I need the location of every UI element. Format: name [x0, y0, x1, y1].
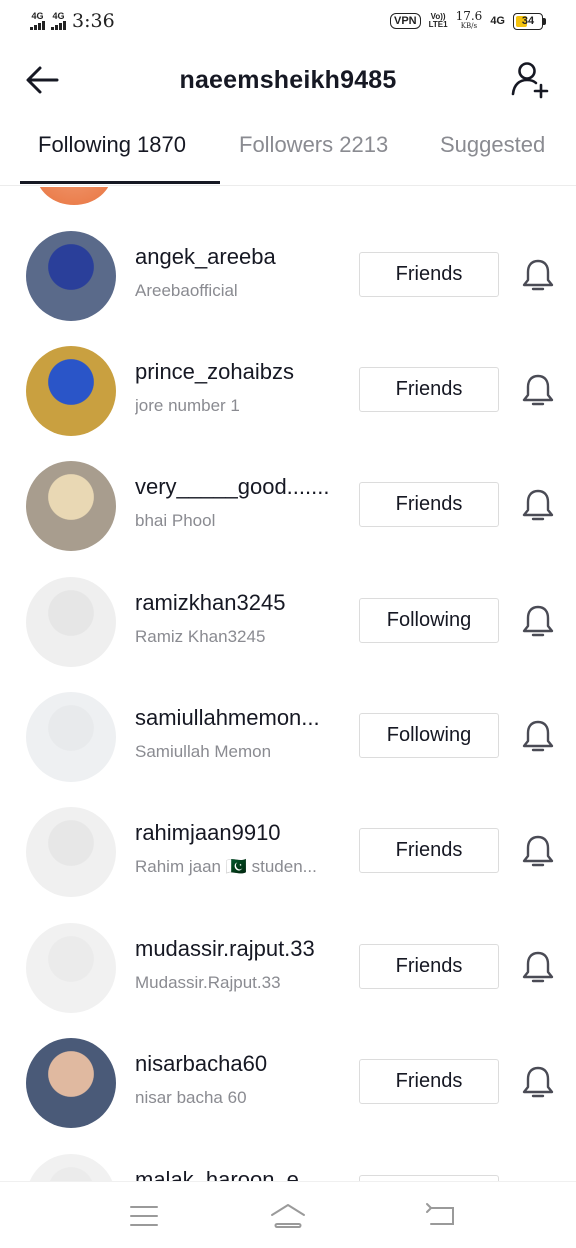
- return-button[interactable]: [420, 1196, 460, 1236]
- signal-2-icon: 4G: [51, 12, 66, 30]
- tab-suggested[interactable]: Suggested: [440, 132, 545, 158]
- username[interactable]: malak_haroon_e: [135, 1167, 335, 1181]
- user-row[interactable]: mudassir.rajput.33 Mudassir.Rajput.33 Frie…: [0, 923, 576, 1038]
- user-row[interactable]: nisarbacha60 nisar bacha 60 Friends: [0, 1038, 576, 1153]
- bell-icon: [522, 259, 554, 291]
- bell-icon: [522, 1066, 554, 1098]
- nickname: Ramiz Khan3245: [135, 627, 266, 646]
- friends-button[interactable]: Friends: [359, 367, 499, 412]
- add-user-icon: [511, 62, 549, 99]
- avatar[interactable]: [26, 1154, 116, 1181]
- avatar[interactable]: [26, 923, 116, 1013]
- signal-1-icon: 4G: [30, 12, 45, 30]
- friends-button[interactable]: Friends: [359, 482, 499, 527]
- avatar-partial: [36, 187, 112, 205]
- following-button[interactable]: Following: [359, 598, 499, 643]
- bell-icon: [522, 951, 554, 983]
- notification-bell-button[interactable]: [518, 948, 558, 988]
- system-nav-bar: [0, 1181, 576, 1248]
- nickname: Samiullah Memon: [135, 742, 272, 761]
- status-bar-right: VPN Vo)) LTE1 17.6 KB/s 4G 34: [390, 9, 546, 31]
- user-row[interactable]: samiullahmemon... Samiullah Memon Followin…: [0, 692, 576, 807]
- user-row[interactable]: rahimjaan9910 Rahim jaan 🇵🇰 studen... Frie…: [0, 807, 576, 922]
- avatar[interactable]: [26, 461, 116, 551]
- status-bar-left: 4G 4G 3:36: [30, 10, 115, 32]
- network-type-3: 4G: [490, 15, 505, 27]
- page-title: naeemsheikh9485: [179, 65, 397, 94]
- user-row[interactable]: prince_zohaibzsjore number 1 Friends: [0, 346, 576, 461]
- notification-bell-button[interactable]: [518, 371, 558, 411]
- friends-button[interactable]: Friends: [359, 1059, 499, 1104]
- notification-bell-button[interactable]: [518, 717, 558, 757]
- notification-bell-button[interactable]: [518, 1063, 558, 1103]
- username[interactable]: nisarbacha60: [135, 1051, 335, 1077]
- speed-unit: KB/s: [460, 22, 478, 30]
- username[interactable]: prince_zohaibzs: [135, 359, 335, 385]
- clock: 3:36: [72, 10, 115, 32]
- network-type-1: 4G: [31, 11, 44, 21]
- menu-icon: [130, 1206, 158, 1226]
- add-user-button[interactable]: [508, 58, 552, 102]
- return-icon: [426, 1203, 454, 1225]
- avatar[interactable]: [26, 1038, 116, 1128]
- bell-icon: [522, 835, 554, 867]
- bell-icon: [522, 374, 554, 406]
- volte-bottom: LTE1: [428, 20, 448, 29]
- bell-icon: [522, 489, 554, 521]
- network-type-2: 4G: [52, 11, 65, 21]
- bell-icon: [522, 605, 554, 637]
- friends-button[interactable]: Friends: [359, 252, 499, 297]
- notification-bell-button[interactable]: [518, 256, 558, 296]
- notification-bell-button[interactable]: [518, 602, 558, 642]
- header: naeemsheikh9485: [0, 50, 576, 110]
- avatar[interactable]: [26, 807, 116, 897]
- nickname: Mudassir.Rajput.33: [135, 973, 281, 992]
- user-row[interactable]: angek_areeba Areebaofficial Friends: [0, 231, 576, 346]
- username[interactable]: ramizkhan3245: [135, 590, 335, 616]
- user-row[interactable]: ramizkhan3245 Ramiz Khan3245 Following: [0, 577, 576, 692]
- friends-button[interactable]: Friends: [359, 944, 499, 989]
- username[interactable]: rahimjaan9910: [135, 820, 335, 846]
- home-icon: [271, 1204, 305, 1228]
- status-bar: 4G 4G 3:36 VPN Vo)) LTE1 17.6 KB/s 4G 34: [0, 0, 576, 42]
- speed-value: 17.6: [455, 9, 483, 23]
- home-button[interactable]: [268, 1196, 308, 1236]
- username[interactable]: very_____good.......: [135, 474, 335, 500]
- tab-followers[interactable]: Followers 2213: [239, 132, 388, 158]
- battery-icon: 34: [513, 12, 546, 30]
- username[interactable]: angek_areeba: [135, 244, 335, 270]
- battery-level: 34: [521, 14, 535, 27]
- username[interactable]: samiullahmemon...: [135, 705, 335, 731]
- menu-button[interactable]: [124, 1196, 164, 1236]
- avatar[interactable]: [26, 231, 116, 321]
- nickname: Areebaofficial: [135, 281, 238, 300]
- back-arrow-icon: [26, 66, 59, 94]
- back-button[interactable]: [22, 62, 62, 98]
- tab-following[interactable]: Following 1870: [38, 132, 186, 158]
- network-speed: 17.6 KB/s: [455, 9, 483, 31]
- following-button[interactable]: Following: [359, 713, 499, 758]
- nickname: bhai Phool: [135, 511, 216, 530]
- nickname: jore number 1: [135, 396, 240, 415]
- following-list[interactable]: angek_areeba Areebaofficial Friends prince_…: [0, 187, 576, 1181]
- vpn-badge: VPN: [390, 13, 421, 29]
- bell-icon: [522, 720, 554, 752]
- user-row[interactable]: very_____good.......bhai Phool Friends: [0, 461, 576, 576]
- volte-icon: Vo)) LTE1: [429, 13, 448, 29]
- tab-bar: Following 1870 Followers 2213 Suggested: [0, 118, 576, 186]
- notification-bell-button[interactable]: [518, 832, 558, 872]
- friends-button[interactable]: Friends: [359, 828, 499, 873]
- user-row[interactable]: malak_haroon_e: [0, 1154, 576, 1181]
- avatar[interactable]: [26, 577, 116, 667]
- username[interactable]: mudassir.rajput.33: [135, 936, 335, 962]
- active-tab-indicator: [20, 181, 220, 184]
- nickname: Rahim jaan 🇵🇰 studen...: [135, 857, 317, 876]
- nickname: nisar bacha 60: [135, 1088, 247, 1107]
- notification-bell-button[interactable]: [518, 486, 558, 526]
- avatar[interactable]: [26, 346, 116, 436]
- avatar[interactable]: [26, 692, 116, 782]
